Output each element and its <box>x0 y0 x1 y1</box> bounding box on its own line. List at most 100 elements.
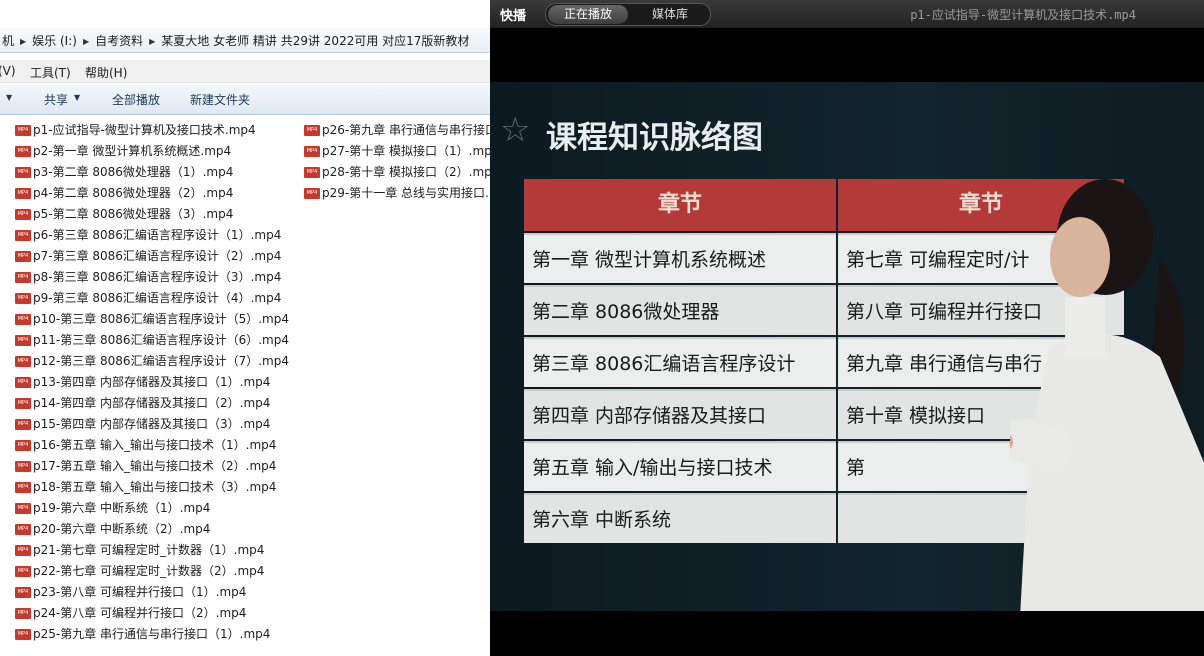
file-list: MP4 p1-应试指导-微型计算机及接口技术.mp4 MP4 p2-第一章 微型计算机… <box>0 116 490 656</box>
file-item[interactable]: MP4 p1-应试指导-微型计算机及接口技术.mp4 <box>15 120 256 140</box>
share-button[interactable]: 共享 <box>44 91 68 108</box>
file-item[interactable]: MP4 p10-第三章 8086汇编语言程序设计（5）.mp4 <box>15 309 289 329</box>
file-item[interactable]: MP4 p11-第三章 8086汇编语言程序设计（6）.mp4 <box>15 330 289 350</box>
file-name: p22-第七章 可编程定时_计数器（2）.mp4 <box>33 564 265 578</box>
breadcrumb-item[interactable]: 机 <box>2 34 14 48</box>
video-frame[interactable]: ☆ 课程知识脉络图 章节 章节 第一章 微型计算机系统概述 第七章 可编程定时/计… <box>490 82 1204 611</box>
breadcrumb-item[interactable]: 自考资料 <box>95 34 143 48</box>
file-item[interactable]: MP4 p26-第九章 串行通信与串行接口 <box>304 120 490 140</box>
breadcrumb-item[interactable]: 娱乐 (I:) <box>32 34 77 48</box>
file-item[interactable]: MP4 p18-第五章 输入_输出与接口技术（3）.mp4 <box>15 477 276 497</box>
tab-media-library[interactable]: 媒体库 <box>632 4 708 25</box>
file-name: p26-第九章 串行通信与串行接口 <box>322 123 490 137</box>
file-name: p27-第十章 模拟接口（1）.mp <box>322 144 490 158</box>
address-bar[interactable]: 机 ▶ 娱乐 (I:) ▶ 自考资料 ▶ 某夏大地 女老师 精讲 共29讲 2022可用 对… <box>0 28 490 53</box>
file-name: p7-第三章 8086汇编语言程序设计（2）.mp4 <box>33 249 282 263</box>
file-item[interactable]: MP4 p4-第二章 8086微处理器（2）.mp4 <box>15 183 233 203</box>
video-file-icon: MP4 <box>15 230 31 241</box>
file-item[interactable]: MP4 p23-第八章 可编程并行接口（1）.mp4 <box>15 582 246 602</box>
file-item[interactable]: MP4 p5-第二章 8086微处理器（3）.mp4 <box>15 204 233 224</box>
file-name: p23-第八章 可编程并行接口（1）.mp4 <box>33 585 247 599</box>
video-file-icon: MP4 <box>15 251 31 262</box>
video-file-icon: MP4 <box>304 146 320 157</box>
file-name: p4-第二章 8086微处理器（2）.mp4 <box>33 186 234 200</box>
table-cell: 第四章 内部存储器及其接口 <box>524 389 836 439</box>
presenter-image <box>1010 179 1204 611</box>
breadcrumb-item[interactable]: 某夏大地 女老师 精讲 共29讲 2022可用 对应17版新教材 <box>161 34 469 48</box>
file-name: p9-第三章 8086汇编语言程序设计（4）.mp4 <box>33 291 282 305</box>
file-item[interactable]: MP4 p21-第七章 可编程定时_计数器（1）.mp4 <box>15 540 264 560</box>
file-item[interactable]: MP4 p20-第六章 中断系统（2）.mp4 <box>15 519 210 539</box>
chevron-right-icon[interactable]: ▶ <box>20 37 26 46</box>
video-file-icon: MP4 <box>15 293 31 304</box>
video-file-icon: MP4 <box>15 188 31 199</box>
file-item[interactable]: MP4 p28-第十章 模拟接口（2）.mp <box>304 162 490 182</box>
file-name: p8-第三章 8086汇编语言程序设计（3）.mp4 <box>33 270 282 284</box>
file-item[interactable]: MP4 p19-第六章 中断系统（1）.mp4 <box>15 498 210 518</box>
video-file-icon: MP4 <box>15 146 31 157</box>
video-file-icon: MP4 <box>304 125 320 136</box>
menu-view[interactable]: (V) <box>0 64 16 78</box>
video-file-icon: MP4 <box>15 272 31 283</box>
file-name: p5-第二章 8086微处理器（3）.mp4 <box>33 207 234 221</box>
file-item[interactable]: MP4 p3-第二章 8086微处理器（1）.mp4 <box>15 162 233 182</box>
new-folder-button[interactable]: 新建文件夹 <box>190 91 250 108</box>
file-item[interactable]: MP4 p24-第八章 可编程并行接口（2）.mp4 <box>15 603 246 623</box>
file-item[interactable]: MP4 p13-第四章 内部存储器及其接口（1）.mp4 <box>15 372 270 392</box>
file-name: p16-第五章 输入_输出与接口技术（1）.mp4 <box>33 438 277 452</box>
file-item[interactable]: MP4 p6-第三章 8086汇编语言程序设计（1）.mp4 <box>15 225 281 245</box>
file-item[interactable]: MP4 p12-第三章 8086汇编语言程序设计（7）.mp4 <box>15 351 289 371</box>
file-name: p18-第五章 输入_输出与接口技术（3）.mp4 <box>33 480 277 494</box>
file-item[interactable]: MP4 p8-第三章 8086汇编语言程序设计（3）.mp4 <box>15 267 281 287</box>
tab-now-playing[interactable]: 正在播放 <box>548 5 628 24</box>
chevron-right-icon[interactable]: ▶ <box>83 37 89 46</box>
video-file-icon: MP4 <box>15 209 31 220</box>
menu-bar: (V) 工具(T) 帮助(H) <box>0 60 490 83</box>
file-item[interactable]: MP4 p29-第十一章 总线与实用接口. <box>304 183 489 203</box>
file-item[interactable]: MP4 p14-第四章 内部存储器及其接口（2）.mp4 <box>15 393 270 413</box>
file-item[interactable]: MP4 p25-第九章 串行通信与串行接口（1）.mp4 <box>15 624 270 644</box>
file-name: p17-第五章 输入_输出与接口技术（2）.mp4 <box>33 459 277 473</box>
file-item[interactable]: MP4 p27-第十章 模拟接口（1）.mp <box>304 141 490 161</box>
file-item[interactable]: MP4 p22-第七章 可编程定时_计数器（2）.mp4 <box>15 561 264 581</box>
file-name: p10-第三章 8086汇编语言程序设计（5）.mp4 <box>33 312 289 326</box>
file-name: p13-第四章 内部存储器及其接口（1）.mp4 <box>33 375 271 389</box>
file-name: p24-第八章 可编程并行接口（2）.mp4 <box>33 606 247 620</box>
breadcrumb: 机 ▶ 娱乐 (I:) ▶ 自考资料 ▶ 某夏大地 女老师 精讲 共29讲 2022可用 对… <box>0 32 471 49</box>
media-player-window: 快播 正在播放 媒体库 p1-应试指导-微型计算机及接口技术.mp4 ☆ 课程知… <box>490 0 1204 656</box>
table-cell: 第六章 中断系统 <box>524 493 836 543</box>
video-file-icon: MP4 <box>15 482 31 493</box>
chevron-down-icon[interactable]: ▼ <box>6 93 12 102</box>
file-item[interactable]: MP4 p2-第一章 微型计算机系统概述.mp4 <box>15 141 231 161</box>
file-name: p14-第四章 内部存储器及其接口（2）.mp4 <box>33 396 271 410</box>
play-all-button[interactable]: 全部播放 <box>112 91 160 108</box>
file-name: p2-第一章 微型计算机系统概述.mp4 <box>33 144 232 158</box>
video-file-icon: MP4 <box>15 335 31 346</box>
video-file-icon: MP4 <box>15 545 31 556</box>
video-file-icon: MP4 <box>304 167 320 178</box>
file-item[interactable]: MP4 p9-第三章 8086汇编语言程序设计（4）.mp4 <box>15 288 281 308</box>
table-cell: 第二章 8086微处理器 <box>524 285 836 335</box>
menu-help[interactable]: 帮助(H) <box>85 64 127 81</box>
chevron-right-icon[interactable]: ▶ <box>149 37 155 46</box>
file-name: p19-第六章 中断系统（1）.mp4 <box>33 501 211 515</box>
menu-tools[interactable]: 工具(T) <box>30 64 71 81</box>
video-file-icon: MP4 <box>15 356 31 367</box>
file-item[interactable]: MP4 p17-第五章 输入_输出与接口技术（2）.mp4 <box>15 456 276 476</box>
video-file-icon: MP4 <box>15 377 31 388</box>
file-item[interactable]: MP4 p7-第三章 8086汇编语言程序设计（2）.mp4 <box>15 246 281 266</box>
video-file-icon: MP4 <box>15 125 31 136</box>
star-icon: ☆ <box>500 110 531 150</box>
video-file-icon: MP4 <box>15 461 31 472</box>
video-file-icon: MP4 <box>15 524 31 535</box>
player-tabs: 正在播放 媒体库 <box>545 3 711 26</box>
chevron-down-icon[interactable]: ▼ <box>74 93 80 102</box>
file-name: p12-第三章 8086汇编语言程序设计（7）.mp4 <box>33 354 289 368</box>
file-name: p3-第二章 8086微处理器（1）.mp4 <box>33 165 234 179</box>
file-item[interactable]: MP4 p15-第四章 内部存储器及其接口（3）.mp4 <box>15 414 270 434</box>
file-name: p29-第十一章 总线与实用接口. <box>322 186 489 200</box>
video-file-icon: MP4 <box>15 419 31 430</box>
video-file-icon: MP4 <box>15 167 31 178</box>
file-item[interactable]: MP4 p16-第五章 输入_输出与接口技术（1）.mp4 <box>15 435 276 455</box>
video-file-icon: MP4 <box>304 188 320 199</box>
